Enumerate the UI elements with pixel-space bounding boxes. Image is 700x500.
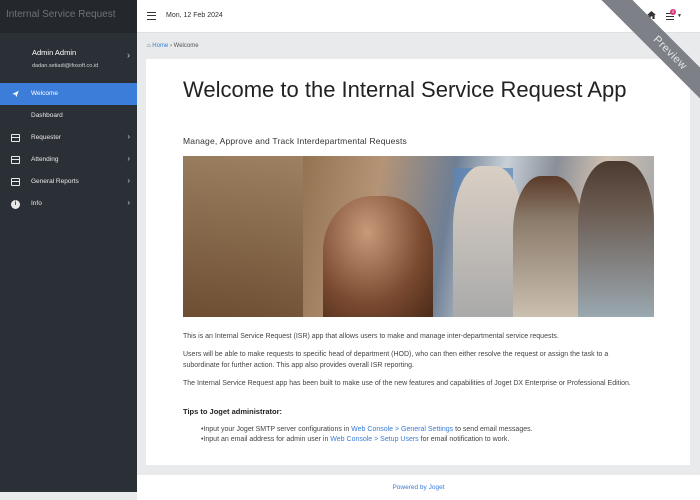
info-icon: i bbox=[11, 200, 20, 209]
sidebar-bottom-bar bbox=[0, 492, 137, 500]
page-title: Welcome to the Internal Service Request … bbox=[183, 77, 627, 102]
user-profile[interactable]: Admin Admin dadan.setiadi@ifosoft.co.id … bbox=[0, 33, 137, 83]
notification-badge: 0 bbox=[670, 9, 676, 15]
hero-image-region bbox=[513, 176, 583, 317]
chevron-right-icon: › bbox=[127, 198, 130, 207]
card-icon bbox=[11, 178, 20, 186]
footer: Powered by Joget bbox=[137, 475, 700, 500]
home-icon[interactable] bbox=[647, 11, 656, 19]
chevron-right-icon: › bbox=[127, 154, 130, 163]
tip-text: •Input an email address for admin user i… bbox=[201, 436, 331, 443]
page-subtitle: Manage, Approve and Track Interdepartmen… bbox=[183, 136, 407, 146]
hero-image-region bbox=[323, 196, 433, 317]
card-icon bbox=[11, 156, 20, 164]
hamburger-menu-icon[interactable] bbox=[147, 12, 156, 20]
user-email: dadan.setiadi@ifosoft.co.id bbox=[32, 63, 99, 69]
breadcrumb-current: Welcome bbox=[173, 43, 199, 49]
built-paragraph: The Internal Service Request app has bee… bbox=[183, 380, 631, 387]
tip-item: •Input your Joget SMTP server configurat… bbox=[201, 426, 533, 433]
sidebar-item-dashboard[interactable]: Dashboard bbox=[0, 105, 137, 127]
tip-text: for email notification to work. bbox=[418, 436, 510, 443]
paper-plane-icon bbox=[12, 90, 19, 98]
intro-paragraph: This is an Internal Service Request (ISR… bbox=[183, 333, 559, 340]
sidebar-item-label: General Reports bbox=[31, 178, 79, 185]
main-content: Welcome to the Internal Service Request … bbox=[146, 59, 690, 465]
sidebar-item-label: Dashboard bbox=[31, 112, 63, 119]
breadcrumb: ⌂ Home › Welcome bbox=[147, 43, 199, 49]
user-name: Admin Admin bbox=[32, 48, 77, 57]
hero-image bbox=[183, 156, 654, 317]
sidebar-item-label: Welcome bbox=[31, 90, 58, 97]
setup-users-link[interactable]: Web Console > Setup Users bbox=[330, 436, 418, 443]
powered-by-link[interactable]: Powered by Joget bbox=[392, 484, 444, 491]
breadcrumb-home-link[interactable]: Home bbox=[152, 43, 168, 49]
sidebar-item-info[interactable]: i Info › bbox=[0, 193, 137, 215]
breadcrumb-separator: › bbox=[169, 43, 172, 49]
chevron-right-icon: › bbox=[127, 132, 130, 141]
sidebar-item-label: Attending bbox=[31, 156, 59, 163]
sidebar-item-label: Info bbox=[31, 200, 42, 207]
general-settings-link[interactable]: Web Console > General Settings bbox=[351, 426, 453, 433]
tip-text: to send email messages. bbox=[453, 426, 533, 433]
chevron-right-icon: › bbox=[127, 50, 130, 60]
card-icon bbox=[11, 134, 20, 142]
chevron-right-icon: › bbox=[127, 176, 130, 185]
sidebar: Internal Service Request Admin Admin dad… bbox=[0, 0, 137, 500]
tips-heading: Tips to Joget administrator: bbox=[183, 407, 283, 416]
tip-item: •Input an email address for admin user i… bbox=[201, 436, 509, 443]
notifications-button[interactable]: 0 ▼ bbox=[666, 9, 682, 21]
sidebar-item-general-reports[interactable]: General Reports › bbox=[0, 171, 137, 193]
sidebar-item-requester[interactable]: Requester › bbox=[0, 127, 137, 149]
caret-down-icon: ▼ bbox=[677, 13, 682, 19]
sidebar-item-welcome[interactable]: Welcome bbox=[0, 83, 137, 105]
sidebar-item-attending[interactable]: Attending › bbox=[0, 149, 137, 171]
sidebar-menu: Welcome Dashboard Requester › Attending … bbox=[0, 83, 137, 215]
hero-image-region bbox=[578, 161, 654, 317]
top-bar: Mon, 12 Feb 2024 0 ▼ bbox=[137, 0, 700, 33]
app-brand[interactable]: Internal Service Request bbox=[0, 0, 137, 33]
sidebar-item-label: Requester bbox=[31, 134, 61, 141]
users-paragraph: Users will be able to make requests to s… bbox=[183, 351, 609, 369]
current-date: Mon, 12 Feb 2024 bbox=[166, 12, 223, 19]
home-icon: ⌂ bbox=[147, 43, 151, 49]
tip-text: •Input your Joget SMTP server configurat… bbox=[201, 426, 352, 433]
hero-image-region bbox=[183, 156, 303, 317]
